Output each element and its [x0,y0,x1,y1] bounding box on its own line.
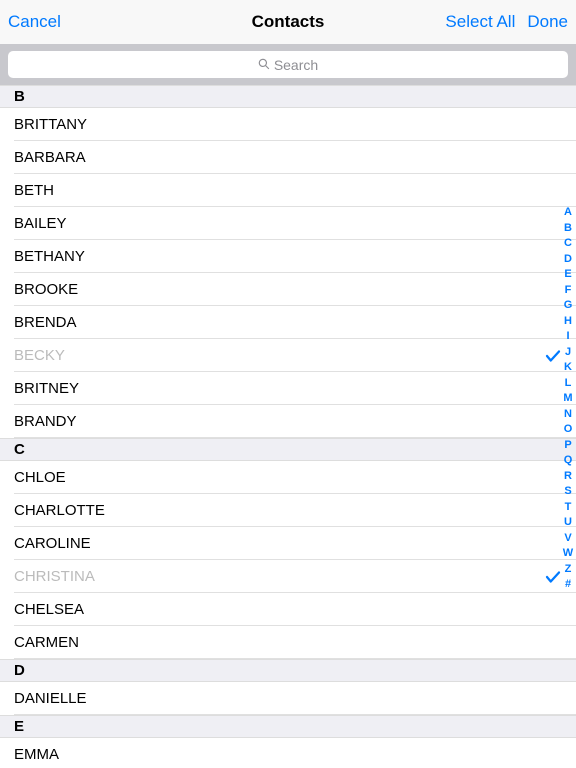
contact-name: BRENDA [14,314,77,331]
index-letter[interactable]: E [561,267,575,283]
contact-name: CHRISTINA [14,568,95,585]
index-letter[interactable]: C [561,236,575,252]
contact-name: DANIELLE [14,690,87,707]
index-letter[interactable]: Z [561,562,575,578]
index-letter[interactable]: K [561,360,575,376]
checkmark-icon [544,347,562,365]
index-letter[interactable]: N [561,407,575,423]
contact-row[interactable]: CHLOE [0,461,576,494]
contact-row[interactable]: DANIELLE [0,682,576,715]
index-letter[interactable]: I [561,329,575,345]
contact-row[interactable]: CAROLINE [0,527,576,560]
contact-row[interactable]: CARMEN [0,626,576,659]
index-letter[interactable]: # [561,577,575,593]
contacts-list[interactable]: BBRITTANYBARBARABETHBAILEYBETHANYBROOKEB… [0,85,576,768]
alphabet-index[interactable]: ABCDEFGHIJKLMNOPQRSTUVWZ# [561,205,575,593]
checkmark-icon [544,568,562,586]
content-area: BBRITTANYBARBARABETHBAILEYBETHANYBROOKEB… [0,85,576,768]
contact-name: CHLOE [14,469,66,486]
index-letter[interactable]: W [561,546,575,562]
contact-name: BAILEY [14,215,67,232]
contact-row[interactable]: BRANDY [0,405,576,438]
contact-name: CAROLINE [14,535,91,552]
index-letter[interactable]: B [561,221,575,237]
search-placeholder: Search [274,57,318,73]
search-input[interactable]: Search [8,51,568,78]
contact-row[interactable]: BRITTANY [0,108,576,141]
contact-name: CHARLOTTE [14,502,105,519]
index-letter[interactable]: T [561,500,575,516]
index-letter[interactable]: H [561,314,575,330]
index-letter[interactable]: U [561,515,575,531]
section-header: D [0,659,576,682]
search-bar-container: Search [0,44,576,85]
navigation-bar: Cancel Contacts Select All Done [0,0,576,44]
section-header: C [0,438,576,461]
index-letter[interactable]: Q [561,453,575,469]
index-letter[interactable]: G [561,298,575,314]
contact-name: BETH [14,182,54,199]
contact-row[interactable]: CHELSEA [0,593,576,626]
contact-name: BROOKE [14,281,78,298]
contact-name: BRITNEY [14,380,79,397]
contact-name: BETHANY [14,248,85,265]
contact-name: EMMA [14,746,59,763]
contact-name: BECKY [14,347,65,364]
index-letter[interactable]: R [561,469,575,485]
contact-row[interactable]: EMMA [0,738,576,768]
contact-row[interactable]: BRITNEY [0,372,576,405]
section-header: B [0,85,576,108]
contact-row[interactable]: BROOKE [0,273,576,306]
contact-name: BRANDY [14,413,77,430]
contact-row[interactable]: BARBARA [0,141,576,174]
index-letter[interactable]: D [561,252,575,268]
contact-row[interactable]: BAILEY [0,207,576,240]
done-button[interactable]: Done [527,12,568,32]
index-letter[interactable]: L [561,376,575,392]
cancel-button[interactable]: Cancel [8,12,61,32]
index-letter[interactable]: O [561,422,575,438]
contact-name: CARMEN [14,634,79,651]
contact-name: BRITTANY [14,116,87,133]
select-all-button[interactable]: Select All [445,12,515,32]
contact-row[interactable]: BRENDA [0,306,576,339]
page-title: Contacts [252,12,325,32]
contact-row[interactable]: CHRISTINA [0,560,576,593]
index-letter[interactable]: S [561,484,575,500]
contact-row[interactable]: BETH [0,174,576,207]
contact-name: BARBARA [14,149,86,166]
contact-row[interactable]: BETHANY [0,240,576,273]
index-letter[interactable]: M [561,391,575,407]
index-letter[interactable]: J [561,345,575,361]
index-letter[interactable]: P [561,438,575,454]
contact-row[interactable]: CHARLOTTE [0,494,576,527]
index-letter[interactable]: F [561,283,575,299]
search-icon [258,57,270,73]
section-header: E [0,715,576,738]
index-letter[interactable]: A [561,205,575,221]
contact-row[interactable]: BECKY [0,339,576,372]
index-letter[interactable]: V [561,531,575,547]
contact-name: CHELSEA [14,601,84,618]
